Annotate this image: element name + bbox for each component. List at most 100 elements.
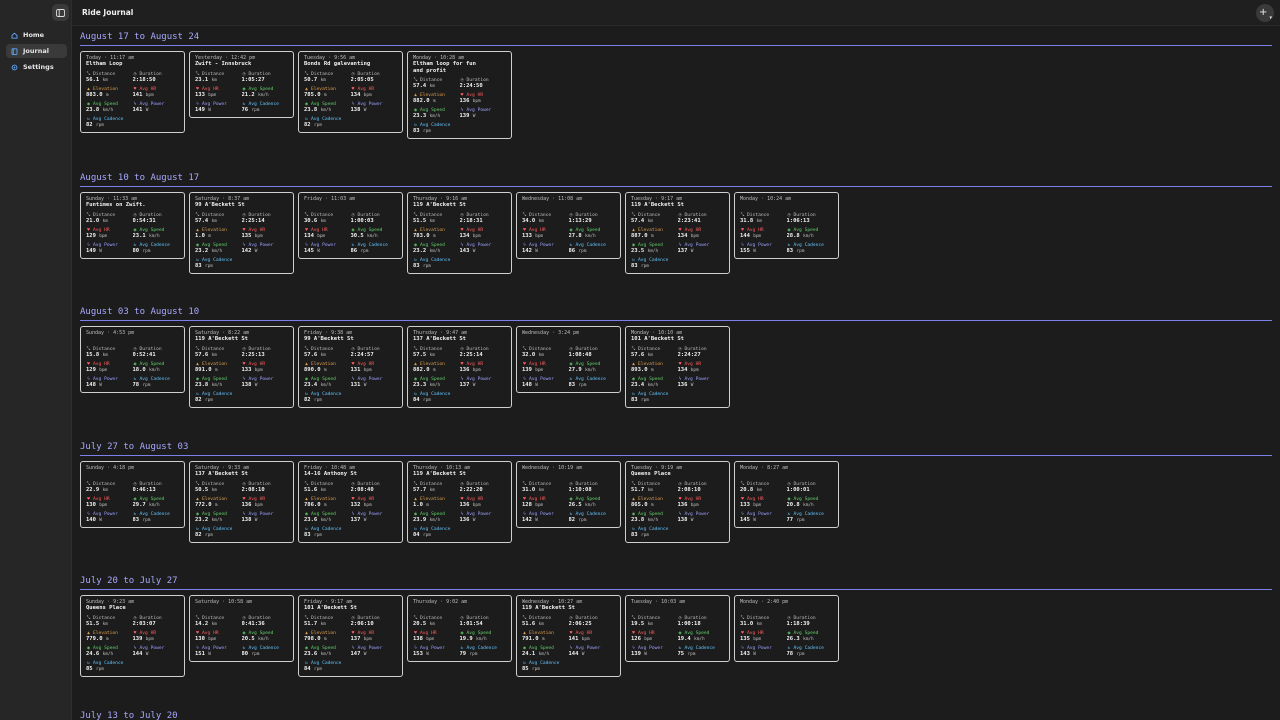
ride-card[interactable]: Monday · 10:28 am Eltham loop for fun and… bbox=[407, 51, 512, 139]
home-icon bbox=[11, 32, 18, 39]
ride-card[interactable]: Saturday · 8:37 am 99 A'Beckett St ⤡ Distan… bbox=[189, 192, 294, 274]
stat-value: 136 W bbox=[460, 517, 507, 524]
week-section: August 17 to August 24 Today · 11:17 am El… bbox=[80, 32, 1272, 139]
stat-label-text: Avg Power bbox=[466, 107, 492, 113]
stat-number: 149 bbox=[195, 107, 205, 113]
ride-card[interactable]: Sunday · 11:33 am Funtimes on Zwift. ⤡ Dist… bbox=[80, 192, 185, 259]
ride-card[interactable]: Thursday · 9:16 am 119 A'Beckett St ⤡ Dista… bbox=[407, 192, 512, 274]
stat-label-text: Avg HR bbox=[248, 496, 266, 502]
stat-label-text: Avg Cadence bbox=[93, 116, 124, 122]
ride-card[interactable]: Saturday · 8:22 am 119 A'Beckett St ⤡ Dista… bbox=[189, 326, 294, 408]
ride-cards: Sunday · 9:23 am Queens Place ⤡ Distance 51.… bbox=[80, 595, 1272, 677]
ride-card[interactable]: Monday · 8:27 am ⤡ Distance 20.8 km ◷ Duratio… bbox=[734, 461, 839, 528]
clock-icon: ◷ bbox=[351, 615, 355, 621]
add-ride-button[interactable]: + ▾ bbox=[1256, 4, 1274, 22]
cadence-icon: ↻ bbox=[133, 511, 137, 517]
heart-icon: ♥ bbox=[414, 630, 417, 636]
stat-value: 134 bpm bbox=[678, 367, 725, 374]
ride-card[interactable]: Monday · 2:40 pm ⤡ Distance 31.0 km ◷ Duratio… bbox=[734, 595, 839, 662]
lightning-icon: ϟ bbox=[460, 107, 464, 113]
stat-cadence: ↻ Avg Cadence 83 rpm bbox=[787, 242, 834, 255]
ride-card[interactable]: Saturday · 10:58 am ⤡ Distance 14.2 km ◷ Dura… bbox=[189, 595, 294, 662]
stat-value: 30.5 km/h bbox=[351, 233, 398, 240]
ride-card[interactable]: Wednesday · 10:19 am ⤡ Distance 31.0 km ◷ Dur… bbox=[516, 461, 621, 528]
stat-unit: bpm bbox=[472, 503, 481, 508]
stat-value: 84 rpm bbox=[413, 532, 461, 539]
sidebar-item-journal[interactable]: Journal bbox=[6, 44, 67, 58]
ride-card[interactable]: Saturday · 9:33 am 137 A'Beckett St ⤡ Dista… bbox=[189, 461, 294, 543]
stat-number: 138 bbox=[241, 517, 252, 523]
stat-duration: ◷ Duration 2:23:41 bbox=[678, 212, 725, 225]
stat-unit: W bbox=[472, 518, 476, 523]
lightning-icon: ϟ bbox=[133, 645, 137, 651]
stat-value: 78 rpm bbox=[787, 651, 834, 658]
ride-card[interactable]: Yesterday · 12:42 pm Zwift - Innsbruck ⤡ Di… bbox=[189, 51, 294, 118]
stat-value: 133 bpm bbox=[242, 367, 289, 374]
stat-row: ▲ Elevation 865.0 m ♥ Avg HR 136 bpm bbox=[631, 496, 724, 509]
speedometer-icon: ◉ bbox=[414, 107, 417, 113]
stat-number: 151 bbox=[195, 651, 205, 657]
stat-number: 50.7 bbox=[304, 77, 318, 83]
ride-card[interactable]: Monday · 10:10 am 101 A'Beckett St ⤡ Distan… bbox=[625, 326, 730, 408]
toolbar: Ride Journal + ▾ bbox=[72, 0, 1280, 26]
stat-value: 138 W bbox=[351, 107, 398, 114]
stat-value: 148 W bbox=[86, 382, 133, 389]
stat-row: ⤡ Distance 31.0 km ◷ Duration 1:18:39 bbox=[740, 615, 833, 628]
lightning-icon: ϟ bbox=[460, 511, 464, 517]
speedometer-icon: ◉ bbox=[305, 511, 308, 517]
stat-label-text: Avg Cadence bbox=[638, 391, 669, 397]
sidebar-toggle-button[interactable] bbox=[52, 4, 69, 21]
lightning-icon: ϟ bbox=[523, 242, 526, 248]
ride-name bbox=[740, 605, 833, 613]
ride-card[interactable]: Wednesday · 10:27 am 119 A'Beckett St ⤡ Dis… bbox=[516, 595, 621, 677]
ride-card[interactable]: Tuesday · 9:17 am 119 A'Beckett St ⤡ Distan… bbox=[625, 192, 730, 274]
ride-card[interactable]: Sunday · 9:23 am Queens Place ⤡ Distance 51.… bbox=[80, 595, 185, 677]
stat-label-text: Avg Power bbox=[466, 511, 492, 517]
stat-number: 136 bbox=[677, 382, 688, 388]
ride-card[interactable]: Friday · 11:03 am ⤡ Distance 30.6 km ◷ Durati… bbox=[298, 192, 403, 259]
stat-unit: bpm bbox=[472, 368, 481, 373]
stat-value: 57.4 km bbox=[413, 83, 460, 90]
stat-value: 145 W bbox=[304, 248, 351, 255]
ride-card[interactable]: Sunday · 4:18 pm ⤡ Distance 22.9 km ◷ Duratio… bbox=[80, 461, 185, 528]
ride-card[interactable]: Sunday · 4:53 pm ⤡ Distance 15.8 km ◷ Duratio… bbox=[80, 326, 185, 393]
ride-card[interactable]: Tuesday · 9:56 am Bonds Rd galevanting ⤡ Di… bbox=[298, 51, 403, 133]
stat-value: 27.8 km/h bbox=[569, 233, 616, 240]
ride-card[interactable]: Wednesday · 11:08 am ⤡ Distance 34.0 km ◷ Dur… bbox=[516, 192, 621, 259]
ride-card[interactable]: Friday · 9:17 am 101 A'Beckett St ⤡ Distanc… bbox=[298, 595, 403, 677]
stat-duration: ◷ Duration 1:01:54 bbox=[460, 615, 507, 628]
stat-unit: W bbox=[753, 518, 756, 523]
ride-card[interactable]: Thursday · 9:02 am ⤡ Distance 20.5 km ◷ Durat… bbox=[407, 595, 512, 662]
stat-duration: ◷ Duration 0:52:41 bbox=[133, 346, 180, 359]
stat-label-text: Avg Cadence bbox=[139, 376, 170, 382]
ride-cards: Sunday · 4:18 pm ⤡ Distance 22.9 km ◷ Duratio… bbox=[80, 461, 1272, 543]
stat-row: ◉ Avg Speed 23.3 km/h ϟ Avg Power 137 W bbox=[413, 376, 506, 389]
journal-list[interactable]: August 17 to August 24 Today · 11:17 am El… bbox=[72, 27, 1280, 720]
stat-cadence: ↻ Avg Cadence 78 rpm bbox=[133, 376, 180, 389]
ride-card[interactable]: Today · 11:17 am Eltham Loop ⤡ Distance 56.1… bbox=[80, 51, 185, 133]
stat-value: 142 W bbox=[522, 248, 569, 255]
clock-icon: ◷ bbox=[242, 615, 246, 621]
stat-distance: ⤡ Distance 56.1 km bbox=[86, 71, 133, 84]
stat-duration: ◷ Duration 1:18:39 bbox=[787, 615, 834, 628]
ride-card[interactable]: Tuesday · 10:03 am ⤡ Distance 19.5 km ◷ Durat… bbox=[625, 595, 730, 662]
stat-unit: W bbox=[426, 652, 429, 657]
stat-power: ϟ Avg Power 138 W bbox=[242, 376, 289, 389]
ride-card[interactable]: Tuesday · 9:19 am Queens Place ⤡ Distance 51… bbox=[625, 461, 730, 543]
stat-number: 786.0 bbox=[304, 502, 321, 508]
stat-number: 133 bbox=[195, 92, 205, 98]
ride-card[interactable]: Thursday · 9:47 am 137 A'Beckett St ⤡ Dista… bbox=[407, 326, 512, 408]
ride-card[interactable]: Wednesday · 3:24 pm ⤡ Distance 32.0 km ◷ Dura… bbox=[516, 326, 621, 393]
ride-card[interactable]: Thursday · 10:13 am 119 A'Beckett St ⤡ Dist… bbox=[407, 461, 512, 543]
heart-icon: ♥ bbox=[351, 496, 355, 502]
stat-number: 18.0 bbox=[132, 367, 146, 373]
stat-unit: rpm bbox=[142, 518, 151, 523]
ride-card[interactable]: Friday · 10:48 am 14-16 Anthony St ⤡ Distan… bbox=[298, 461, 403, 543]
ride-card[interactable]: Friday · 9:38 am 99 A'Beckett St ⤡ Distance… bbox=[298, 326, 403, 408]
stat-number: 144 bbox=[568, 651, 579, 657]
ride-card[interactable]: Monday · 10:24 am ⤡ Distance 31.8 km ◷ Durati… bbox=[734, 192, 839, 259]
sidebar-item-home[interactable]: Home bbox=[6, 28, 67, 42]
sidebar-item-settings[interactable]: Settings bbox=[6, 60, 67, 74]
stat-label-text: Duration bbox=[575, 615, 598, 621]
stat-label-text: Avg Speed bbox=[311, 376, 336, 382]
